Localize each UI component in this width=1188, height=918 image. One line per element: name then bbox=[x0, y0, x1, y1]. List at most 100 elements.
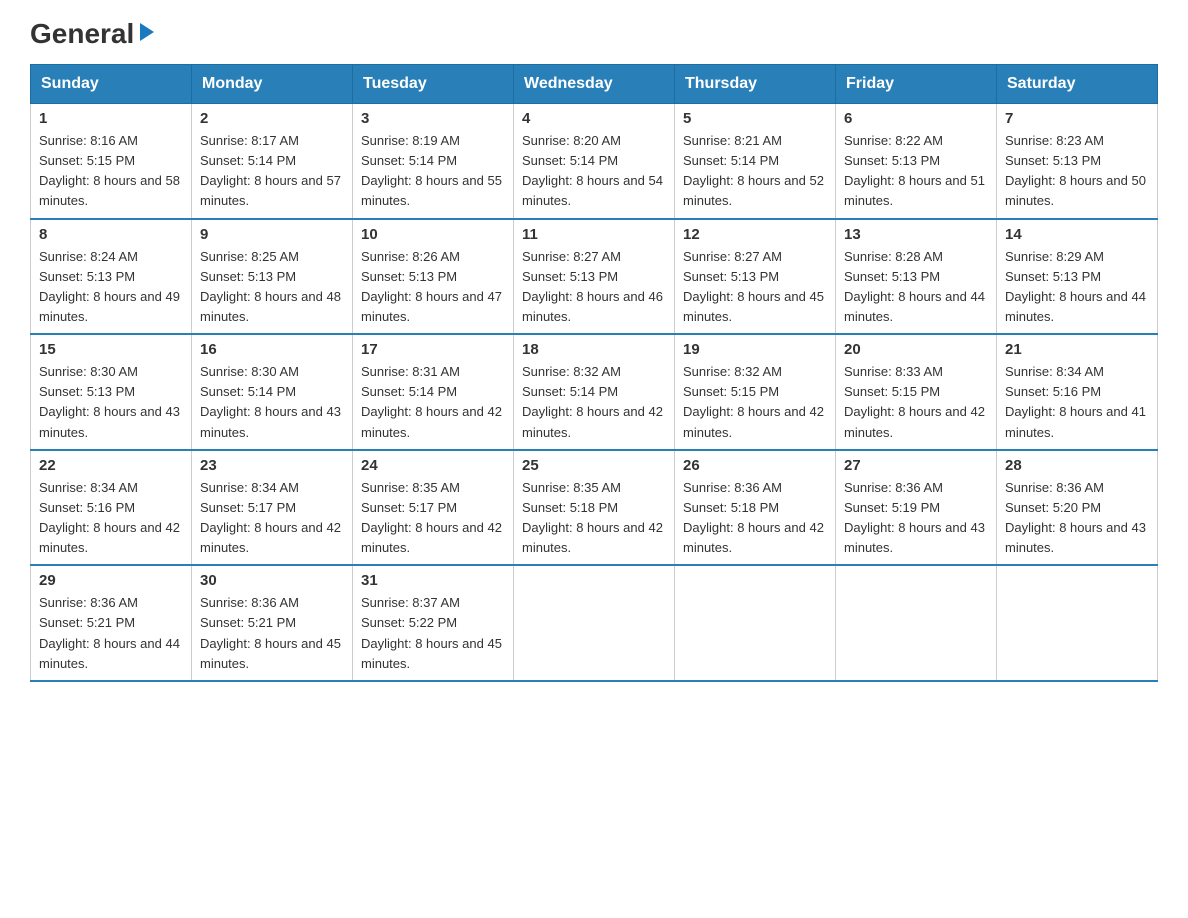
day-info: Sunrise: 8:27 AMSunset: 5:13 PMDaylight:… bbox=[522, 249, 663, 324]
day-number: 28 bbox=[1005, 457, 1149, 474]
day-number: 19 bbox=[683, 341, 827, 358]
calendar-cell: 25 Sunrise: 8:35 AMSunset: 5:18 PMDaylig… bbox=[514, 450, 675, 566]
day-number: 29 bbox=[39, 572, 183, 589]
calendar-cell: 22 Sunrise: 8:34 AMSunset: 5:16 PMDaylig… bbox=[31, 450, 192, 566]
day-number: 1 bbox=[39, 110, 183, 127]
logo-arrow-icon bbox=[136, 21, 158, 43]
calendar-cell: 30 Sunrise: 8:36 AMSunset: 5:21 PMDaylig… bbox=[192, 565, 353, 681]
day-number: 7 bbox=[1005, 110, 1149, 127]
day-number: 3 bbox=[361, 110, 505, 127]
calendar-week-row: 8 Sunrise: 8:24 AMSunset: 5:13 PMDayligh… bbox=[31, 219, 1158, 335]
day-info: Sunrise: 8:26 AMSunset: 5:13 PMDaylight:… bbox=[361, 249, 502, 324]
col-header-friday: Friday bbox=[836, 65, 997, 104]
calendar-cell bbox=[997, 565, 1158, 681]
col-header-saturday: Saturday bbox=[997, 65, 1158, 104]
calendar-week-row: 22 Sunrise: 8:34 AMSunset: 5:16 PMDaylig… bbox=[31, 450, 1158, 566]
day-number: 30 bbox=[200, 572, 344, 589]
day-number: 11 bbox=[522, 226, 666, 243]
day-info: Sunrise: 8:17 AMSunset: 5:14 PMDaylight:… bbox=[200, 133, 341, 208]
day-info: Sunrise: 8:32 AMSunset: 5:14 PMDaylight:… bbox=[522, 364, 663, 439]
calendar-cell: 4 Sunrise: 8:20 AMSunset: 5:14 PMDayligh… bbox=[514, 104, 675, 219]
day-info: Sunrise: 8:32 AMSunset: 5:15 PMDaylight:… bbox=[683, 364, 824, 439]
calendar-cell: 7 Sunrise: 8:23 AMSunset: 5:13 PMDayligh… bbox=[997, 104, 1158, 219]
day-info: Sunrise: 8:22 AMSunset: 5:13 PMDaylight:… bbox=[844, 133, 985, 208]
calendar-cell: 15 Sunrise: 8:30 AMSunset: 5:13 PMDaylig… bbox=[31, 334, 192, 450]
calendar-cell: 24 Sunrise: 8:35 AMSunset: 5:17 PMDaylig… bbox=[353, 450, 514, 566]
calendar-cell bbox=[675, 565, 836, 681]
calendar-cell bbox=[836, 565, 997, 681]
day-number: 26 bbox=[683, 457, 827, 474]
calendar-cell: 27 Sunrise: 8:36 AMSunset: 5:19 PMDaylig… bbox=[836, 450, 997, 566]
day-number: 8 bbox=[39, 226, 183, 243]
page-header: General bbox=[30, 20, 1158, 46]
col-header-monday: Monday bbox=[192, 65, 353, 104]
day-info: Sunrise: 8:30 AMSunset: 5:13 PMDaylight:… bbox=[39, 364, 180, 439]
day-info: Sunrise: 8:28 AMSunset: 5:13 PMDaylight:… bbox=[844, 249, 985, 324]
calendar-cell: 5 Sunrise: 8:21 AMSunset: 5:14 PMDayligh… bbox=[675, 104, 836, 219]
day-number: 9 bbox=[200, 226, 344, 243]
logo-text-general: General bbox=[30, 20, 134, 48]
day-number: 27 bbox=[844, 457, 988, 474]
day-number: 6 bbox=[844, 110, 988, 127]
day-info: Sunrise: 8:35 AMSunset: 5:18 PMDaylight:… bbox=[522, 480, 663, 555]
day-number: 12 bbox=[683, 226, 827, 243]
logo: General bbox=[30, 20, 158, 46]
day-number: 13 bbox=[844, 226, 988, 243]
day-info: Sunrise: 8:34 AMSunset: 5:17 PMDaylight:… bbox=[200, 480, 341, 555]
day-info: Sunrise: 8:36 AMSunset: 5:20 PMDaylight:… bbox=[1005, 480, 1146, 555]
day-number: 22 bbox=[39, 457, 183, 474]
day-info: Sunrise: 8:36 AMSunset: 5:21 PMDaylight:… bbox=[200, 595, 341, 670]
calendar-cell: 18 Sunrise: 8:32 AMSunset: 5:14 PMDaylig… bbox=[514, 334, 675, 450]
calendar-cell: 21 Sunrise: 8:34 AMSunset: 5:16 PMDaylig… bbox=[997, 334, 1158, 450]
calendar-cell: 26 Sunrise: 8:36 AMSunset: 5:18 PMDaylig… bbox=[675, 450, 836, 566]
calendar-cell: 31 Sunrise: 8:37 AMSunset: 5:22 PMDaylig… bbox=[353, 565, 514, 681]
calendar-cell: 28 Sunrise: 8:36 AMSunset: 5:20 PMDaylig… bbox=[997, 450, 1158, 566]
calendar-week-row: 15 Sunrise: 8:30 AMSunset: 5:13 PMDaylig… bbox=[31, 334, 1158, 450]
day-number: 17 bbox=[361, 341, 505, 358]
day-info: Sunrise: 8:33 AMSunset: 5:15 PMDaylight:… bbox=[844, 364, 985, 439]
day-number: 20 bbox=[844, 341, 988, 358]
day-info: Sunrise: 8:25 AMSunset: 5:13 PMDaylight:… bbox=[200, 249, 341, 324]
day-number: 4 bbox=[522, 110, 666, 127]
day-info: Sunrise: 8:35 AMSunset: 5:17 PMDaylight:… bbox=[361, 480, 502, 555]
calendar-cell: 8 Sunrise: 8:24 AMSunset: 5:13 PMDayligh… bbox=[31, 219, 192, 335]
day-number: 5 bbox=[683, 110, 827, 127]
day-info: Sunrise: 8:36 AMSunset: 5:21 PMDaylight:… bbox=[39, 595, 180, 670]
day-info: Sunrise: 8:21 AMSunset: 5:14 PMDaylight:… bbox=[683, 133, 824, 208]
calendar-cell: 29 Sunrise: 8:36 AMSunset: 5:21 PMDaylig… bbox=[31, 565, 192, 681]
calendar-cell: 23 Sunrise: 8:34 AMSunset: 5:17 PMDaylig… bbox=[192, 450, 353, 566]
calendar-cell: 10 Sunrise: 8:26 AMSunset: 5:13 PMDaylig… bbox=[353, 219, 514, 335]
calendar-header-row: SundayMondayTuesdayWednesdayThursdayFrid… bbox=[31, 65, 1158, 104]
day-info: Sunrise: 8:31 AMSunset: 5:14 PMDaylight:… bbox=[361, 364, 502, 439]
day-number: 24 bbox=[361, 457, 505, 474]
day-info: Sunrise: 8:16 AMSunset: 5:15 PMDaylight:… bbox=[39, 133, 180, 208]
day-number: 21 bbox=[1005, 341, 1149, 358]
calendar-week-row: 1 Sunrise: 8:16 AMSunset: 5:15 PMDayligh… bbox=[31, 104, 1158, 219]
day-info: Sunrise: 8:36 AMSunset: 5:18 PMDaylight:… bbox=[683, 480, 824, 555]
col-header-tuesday: Tuesday bbox=[353, 65, 514, 104]
calendar-cell: 6 Sunrise: 8:22 AMSunset: 5:13 PMDayligh… bbox=[836, 104, 997, 219]
day-info: Sunrise: 8:37 AMSunset: 5:22 PMDaylight:… bbox=[361, 595, 502, 670]
day-number: 10 bbox=[361, 226, 505, 243]
calendar-week-row: 29 Sunrise: 8:36 AMSunset: 5:21 PMDaylig… bbox=[31, 565, 1158, 681]
day-info: Sunrise: 8:30 AMSunset: 5:14 PMDaylight:… bbox=[200, 364, 341, 439]
day-number: 18 bbox=[522, 341, 666, 358]
calendar-cell: 14 Sunrise: 8:29 AMSunset: 5:13 PMDaylig… bbox=[997, 219, 1158, 335]
calendar-cell bbox=[514, 565, 675, 681]
day-info: Sunrise: 8:20 AMSunset: 5:14 PMDaylight:… bbox=[522, 133, 663, 208]
day-info: Sunrise: 8:19 AMSunset: 5:14 PMDaylight:… bbox=[361, 133, 502, 208]
day-number: 25 bbox=[522, 457, 666, 474]
day-info: Sunrise: 8:29 AMSunset: 5:13 PMDaylight:… bbox=[1005, 249, 1146, 324]
calendar-cell: 13 Sunrise: 8:28 AMSunset: 5:13 PMDaylig… bbox=[836, 219, 997, 335]
day-number: 15 bbox=[39, 341, 183, 358]
calendar-cell: 3 Sunrise: 8:19 AMSunset: 5:14 PMDayligh… bbox=[353, 104, 514, 219]
day-info: Sunrise: 8:23 AMSunset: 5:13 PMDaylight:… bbox=[1005, 133, 1146, 208]
day-number: 23 bbox=[200, 457, 344, 474]
calendar-table: SundayMondayTuesdayWednesdayThursdayFrid… bbox=[30, 64, 1158, 682]
day-info: Sunrise: 8:36 AMSunset: 5:19 PMDaylight:… bbox=[844, 480, 985, 555]
calendar-cell: 16 Sunrise: 8:30 AMSunset: 5:14 PMDaylig… bbox=[192, 334, 353, 450]
day-info: Sunrise: 8:34 AMSunset: 5:16 PMDaylight:… bbox=[1005, 364, 1146, 439]
day-info: Sunrise: 8:24 AMSunset: 5:13 PMDaylight:… bbox=[39, 249, 180, 324]
day-info: Sunrise: 8:34 AMSunset: 5:16 PMDaylight:… bbox=[39, 480, 180, 555]
col-header-sunday: Sunday bbox=[31, 65, 192, 104]
